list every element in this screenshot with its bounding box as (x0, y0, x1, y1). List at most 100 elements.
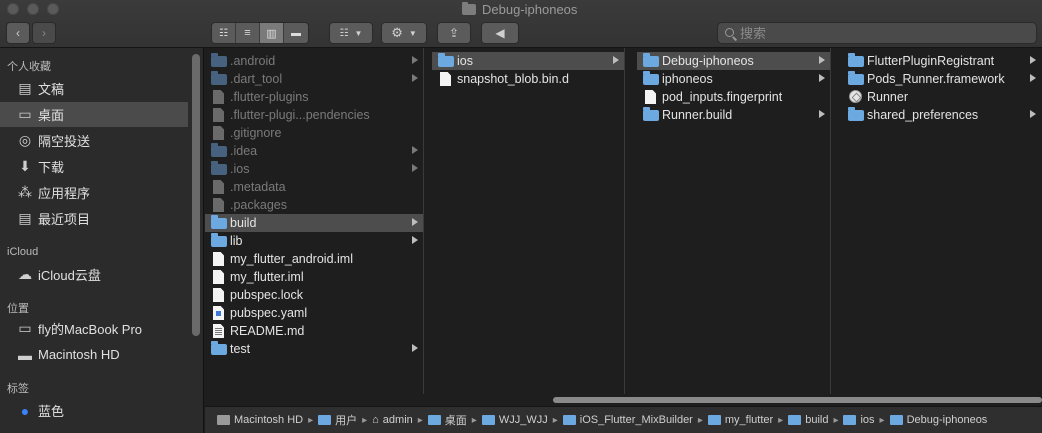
tags-button[interactable]: ◀︎ (481, 22, 519, 44)
sidebar-item[interactable]: ▬ Macintosh HD (0, 342, 188, 367)
sidebar-section-header: iCloud (7, 246, 39, 258)
file-row[interactable]: pod_inputs.fingerprint (637, 88, 830, 106)
sidebar-item[interactable]: ⬇ 下载 (0, 154, 188, 179)
path-separator-icon: ▸ (308, 414, 314, 426)
file-row[interactable]: snapshot_blob.bin.d (432, 70, 624, 88)
file-name: .android (230, 54, 276, 68)
file-row[interactable]: build (205, 214, 423, 232)
back-button[interactable]: ‹ (6, 22, 30, 44)
folder-icon (848, 53, 864, 67)
file-row[interactable]: .packages (205, 196, 423, 214)
file-row[interactable]: ios (432, 52, 624, 70)
group-button[interactable]: ☷ ▼ (329, 22, 373, 44)
search-input[interactable] (740, 25, 1030, 41)
search-field[interactable] (717, 22, 1037, 44)
file-row[interactable]: .android (205, 52, 423, 70)
gallery-icon: ▬ (291, 27, 301, 39)
yaml-file-icon (213, 306, 224, 320)
file-name: Debug-iphoneos (662, 54, 754, 68)
path-separator-icon: ▸ (879, 414, 885, 426)
file-row[interactable]: my_flutter_android.iml (205, 250, 423, 268)
forward-button[interactable]: › (32, 22, 56, 44)
file-row[interactable]: pubspec.lock (205, 286, 423, 304)
file-row[interactable]: pubspec.yaml (205, 304, 423, 322)
file-row[interactable]: README.md (205, 322, 423, 340)
path-crumb-label: 用户 (335, 415, 358, 427)
disclosure-arrow-icon (1030, 74, 1036, 82)
view-mode-control: ☷ ≡ ▥ ▬ (211, 22, 309, 44)
file-row[interactable]: FlutterPluginRegistrant (842, 52, 1042, 70)
file-row[interactable]: .gitignore (205, 124, 423, 142)
path-crumb[interactable]: WJJ_WJJ (481, 414, 548, 426)
sidebar-item-label: 桌面 (38, 108, 65, 123)
file-row[interactable]: shared_preferences (842, 106, 1042, 124)
path-crumb[interactable]: ⌂ admin (372, 414, 413, 426)
path-crumb-label: 桌面 (444, 415, 467, 427)
file-row[interactable]: iphoneos (637, 70, 830, 88)
disclosure-arrow-icon (1030, 56, 1036, 64)
zoom-window-button[interactable] (47, 3, 59, 15)
list-view-button[interactable]: ≡ (236, 23, 260, 43)
path-crumb-label: build (805, 414, 829, 426)
file-row[interactable]: Pods_Runner.framework (842, 70, 1042, 88)
path-crumb-label: Debug-iphoneos (906, 414, 988, 426)
file-row[interactable]: .dart_tool (205, 70, 423, 88)
file-row[interactable]: .idea (205, 142, 423, 160)
path-crumb[interactable]: ios (843, 414, 875, 426)
folder-icon (462, 1, 476, 15)
sidebar-scrollbar[interactable] (192, 54, 200, 336)
icon-view-button[interactable]: ☷ (212, 23, 236, 43)
file-row[interactable]: Debug-iphoneos (637, 52, 830, 70)
column-my-flutter: .android .dart_tool .flutter-plugins .flutt… (205, 48, 424, 403)
grid-icon: ☷ (219, 27, 228, 39)
gallery-view-button[interactable]: ▬ (284, 23, 308, 43)
sidebar-item[interactable]: ⁂ 应用程序 (0, 180, 188, 205)
columns-icon: ▥ (266, 27, 277, 40)
icloud-icon: ☁ (18, 266, 32, 282)
path-crumb[interactable]: Debug-iphoneos (889, 414, 988, 426)
file-row[interactable]: lib (205, 232, 423, 250)
file-name: pod_inputs.fingerprint (662, 90, 783, 104)
minimize-window-button[interactable] (27, 3, 39, 15)
path-crumb[interactable]: Macintosh HD (217, 414, 303, 426)
folder-icon (211, 215, 227, 229)
disclosure-arrow-icon (412, 344, 418, 352)
file-row[interactable]: .metadata (205, 178, 423, 196)
file-name: lib (230, 234, 243, 248)
file-row[interactable]: Runner.build (637, 106, 830, 124)
sidebar-item[interactable]: ▤ 最近项目 (0, 206, 188, 231)
file-row[interactable]: .flutter-plugi...pendencies (205, 106, 423, 124)
file-row[interactable]: .flutter-plugins (205, 88, 423, 106)
disclosure-arrow-icon (1030, 110, 1036, 118)
sidebar-item[interactable]: ☁ iCloud云盘 (0, 262, 188, 287)
path-crumb-label: iOS_Flutter_MixBuilder (579, 414, 693, 426)
folder-icon (562, 415, 576, 425)
sidebar-item-label: 应用程序 (38, 186, 91, 201)
sidebar-item[interactable]: ● 蓝色 (0, 398, 188, 423)
horizontal-scrollbar[interactable] (553, 397, 1042, 403)
window-title: Debug-iphoneos (462, 1, 577, 17)
sidebar-item[interactable]: ▭ 桌面 (0, 102, 188, 127)
column-view-button[interactable]: ▥ (260, 23, 284, 43)
chevron-down-icon: ▼ (408, 28, 417, 38)
file-name: pubspec.lock (230, 288, 303, 302)
folder-icon (643, 71, 659, 85)
path-crumb[interactable]: 桌面 (427, 412, 467, 428)
sidebar-item[interactable]: ◎ 隔空投送 (0, 128, 188, 153)
sidebar-item[interactable]: ▤ 文稿 (0, 76, 188, 101)
close-window-button[interactable] (7, 3, 19, 15)
path-crumb[interactable]: my_flutter (707, 414, 773, 426)
sidebar-item[interactable]: ▭ fly的MacBook Pro (0, 316, 188, 341)
file-icon (213, 252, 224, 266)
file-icon (213, 90, 224, 104)
path-crumb[interactable]: build (788, 414, 828, 426)
path-crumb[interactable]: 用户 (318, 412, 357, 428)
path-crumb[interactable]: iOS_Flutter_MixBuilder (562, 414, 693, 426)
file-name: README.md (230, 324, 305, 338)
share-button[interactable]: ⇪ (437, 22, 471, 44)
file-row[interactable]: my_flutter.iml (205, 268, 423, 286)
file-row[interactable]: .ios (205, 160, 423, 178)
file-row[interactable]: Runner (842, 88, 1042, 106)
action-button[interactable]: ⚙ ▼ (381, 22, 427, 44)
file-row[interactable]: test (205, 340, 423, 358)
